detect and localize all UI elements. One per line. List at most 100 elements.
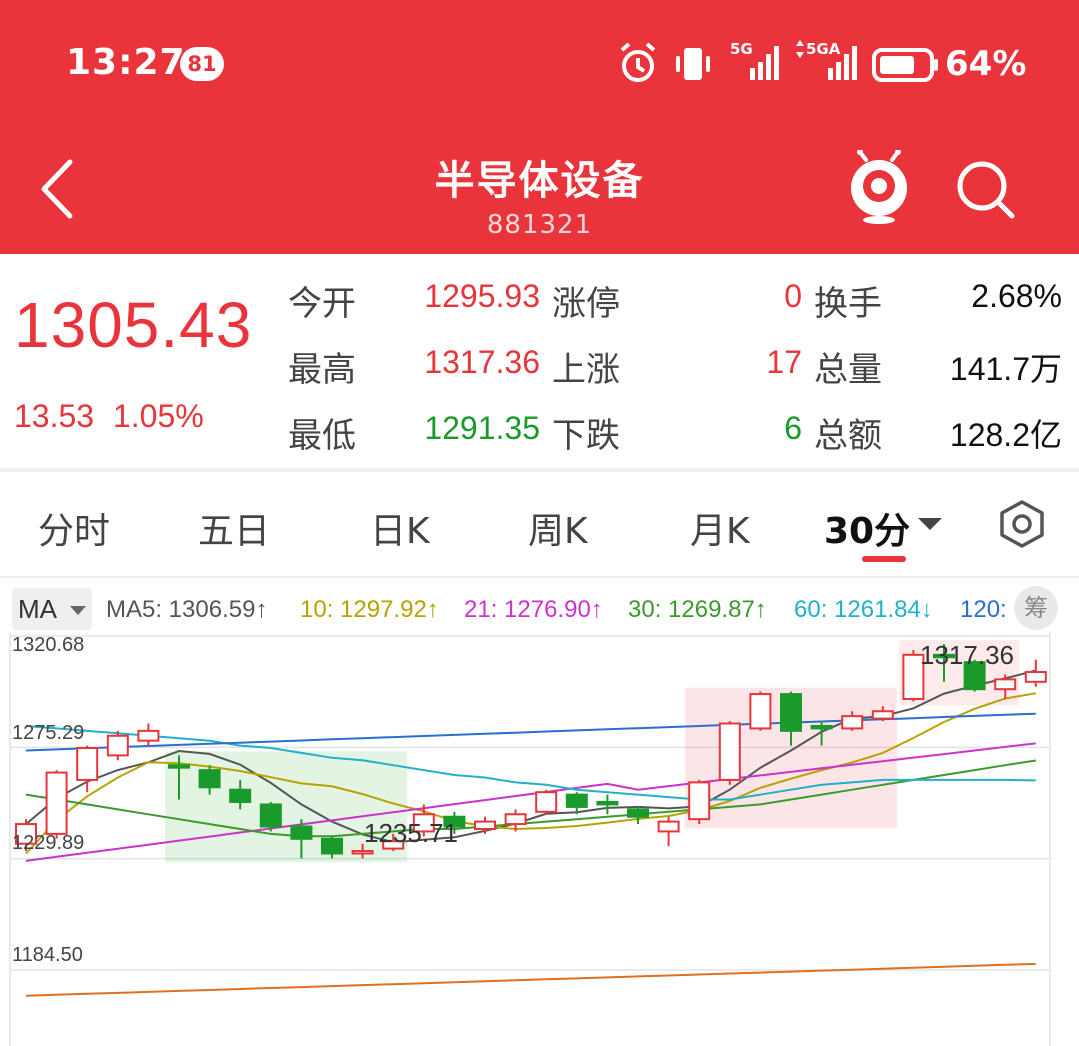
- candle-up: [1024, 659, 1047, 687]
- low-value: 1291.35: [424, 410, 540, 446]
- y-tick-label: 1184.50: [12, 944, 83, 966]
- ma10-legend: 10: 1297.92↑: [300, 596, 439, 623]
- candle-body: [229, 788, 252, 803]
- battery-percent: 64%: [945, 44, 1027, 84]
- turnover-value: 2.68%: [971, 278, 1062, 314]
- candle-body: [106, 734, 129, 757]
- tab-intraday[interactable]: 分时: [38, 502, 110, 554]
- search-icon: [957, 161, 1015, 219]
- tab-monthly-k[interactable]: 月K: [690, 502, 750, 554]
- candle-up: [137, 723, 160, 746]
- open-label: 今开: [288, 284, 356, 324]
- candle-up: [474, 816, 496, 834]
- candle-down: [627, 806, 649, 825]
- candle-body: [535, 791, 558, 813]
- kline-chart[interactable]: 1320.68 1275.29 1229.89 1184.50 1317.36 …: [0, 632, 1079, 1046]
- down-count-label: 下跌: [552, 416, 620, 456]
- ma-legend: MA MA5: 1306.59↑ 10: 1297.92↑ 21: 1276.9…: [0, 586, 1079, 634]
- status-icons-graphic: [620, 40, 938, 82]
- chevron-down-icon[interactable]: [918, 518, 942, 530]
- tabs-divider: [0, 576, 1079, 578]
- battery-icon: [872, 48, 938, 82]
- low-label: 最低: [288, 416, 356, 456]
- assistant-button[interactable]: [846, 149, 912, 224]
- ma250-line: [25, 962, 1036, 997]
- net-5g-label: 5G: [730, 40, 753, 58]
- candle-body: [137, 729, 160, 742]
- y-tick-label: 1275.29: [12, 722, 85, 744]
- candle-up: [688, 779, 711, 825]
- candle-body: [168, 764, 190, 769]
- last-price: 1305.43: [14, 289, 253, 361]
- kline-svg: [9, 632, 1051, 1046]
- turnover-label: 换手: [814, 284, 882, 324]
- candle-body: [994, 678, 1017, 691]
- candle-body: [321, 837, 343, 855]
- candle-body: [76, 747, 99, 781]
- down-count-value: 6: [784, 410, 802, 446]
- candle-body: [596, 800, 619, 806]
- candle-body: [198, 769, 221, 789]
- page-title: 半导体设备: [434, 158, 645, 204]
- stock-code: 881321: [486, 210, 593, 240]
- tab-30min[interactable]: 30分: [824, 502, 910, 554]
- indicator-selector[interactable]: MA: [12, 588, 92, 630]
- candle-up: [749, 691, 772, 731]
- net-5ga-label: 5GA: [806, 40, 841, 58]
- ma30-legend: 30: 1269.87↑: [628, 596, 767, 623]
- candle-body: [290, 825, 313, 840]
- up-count-label: 上涨: [552, 350, 620, 390]
- candle-body: [259, 803, 282, 828]
- candle-body: [627, 808, 649, 818]
- app-header: 13:27 81 5G 5GA 64% 半导体设备 881321: [0, 0, 1079, 254]
- high-value: 1317.36: [424, 344, 540, 380]
- price-change: 13.53 1.05%: [14, 398, 204, 435]
- volume-value: 141.7万: [949, 351, 1062, 387]
- limit-up-value: 0: [784, 278, 802, 314]
- y-tick-label: 1320.68: [12, 634, 85, 656]
- change-value: 13.53: [14, 398, 95, 434]
- limit-up-label: 涨停: [552, 284, 620, 324]
- candle-up: [106, 730, 129, 761]
- ma60-legend: 60: 1261.84↓: [794, 596, 933, 623]
- candle-down: [259, 801, 282, 832]
- signal-5g-icon: [750, 46, 779, 80]
- candle-up: [718, 721, 741, 785]
- candle-up: [657, 816, 680, 847]
- quote-panel: 1305.43 13.53 1.05% 今开 1295.93 最高 1317.3…: [0, 254, 1079, 468]
- candle-body: [841, 715, 864, 730]
- tab-daily-k[interactable]: 日K: [370, 502, 430, 554]
- caret-down-icon: [70, 606, 86, 615]
- chip-distribution-button[interactable]: 筹: [1014, 586, 1058, 630]
- ma120-legend: 120:: [960, 596, 1007, 623]
- candle-body: [504, 813, 527, 826]
- low-annotation: 1235.71: [364, 818, 458, 848]
- volume-label: 总量: [814, 350, 882, 390]
- candle-up: [45, 770, 68, 839]
- period-tabs: 分时 五日 日K 周K 月K 30分: [0, 472, 1079, 576]
- candle-body: [718, 722, 741, 781]
- mascot-icon: [851, 149, 907, 224]
- hexagon-settings-icon: [1000, 500, 1044, 548]
- y-tick-label: 1229.89: [12, 832, 85, 854]
- candle-up: [535, 789, 558, 815]
- candle-body: [657, 820, 680, 833]
- search-button[interactable]: [952, 156, 1018, 222]
- status-icons: 5G 5GA: [618, 40, 938, 88]
- high-label: 最高: [288, 350, 356, 390]
- chart-settings-button[interactable]: [996, 496, 1048, 552]
- candle-body: [351, 850, 374, 855]
- candle-body: [688, 781, 711, 821]
- candle-down: [596, 794, 619, 815]
- ma21-legend: 21: 1276.90↑: [464, 596, 603, 623]
- candle-body: [780, 693, 802, 732]
- tab-weekly-k[interactable]: 周K: [528, 502, 588, 554]
- candle-body: [749, 693, 772, 730]
- tab-five-day[interactable]: 五日: [198, 502, 270, 554]
- candle-body: [565, 793, 588, 808]
- alarm-icon: [620, 42, 656, 82]
- candle-body: [871, 710, 894, 720]
- candle-body: [1024, 671, 1047, 683]
- vibrate-icon: [676, 48, 710, 80]
- status-time: 13:27: [66, 42, 186, 83]
